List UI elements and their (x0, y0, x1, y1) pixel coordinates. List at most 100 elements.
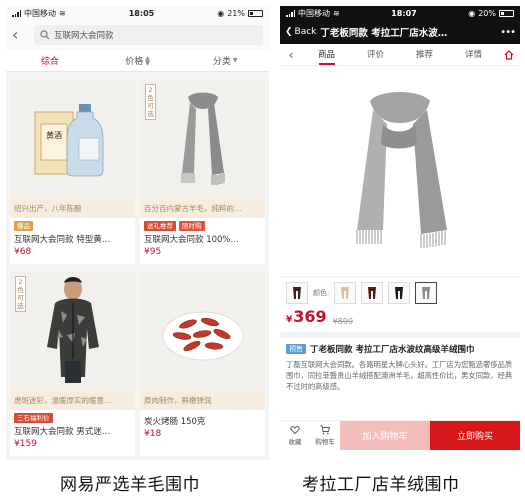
product-image: 黄酒 (10, 80, 135, 198)
product-title: 互联网大会同款 特型黄… (14, 235, 111, 245)
sort-tabs: 综合 价格 ▲ ▼ 分类 ▼ (6, 50, 269, 72)
promo-badge: 送礼推荐 (144, 221, 176, 231)
tab-category[interactable]: 分类 ▼ (181, 50, 269, 71)
original-price: ¥899 (332, 317, 354, 326)
promo-badge: 爆品 (14, 221, 33, 231)
swatch-beige[interactable] (334, 281, 357, 304)
swatch-grey[interactable] (415, 281, 438, 304)
battery-icon (499, 9, 514, 17)
back-button[interactable]: ❮ Back (285, 27, 316, 37)
product-price: ¥159 (14, 439, 37, 449)
swatch-burgundy[interactable] (361, 281, 384, 304)
buy-now-button[interactable]: 立即购买 (430, 421, 520, 450)
badge-row: 三石福利价 (10, 410, 135, 423)
product-card[interactable]: 2色可选 虎斑迷彩，温暖厚实的暖意… 三石福利价 互联网大会同款 男式迷… ¥1… (10, 272, 135, 456)
product-title: 互联网大会同款 男式迷… (14, 427, 111, 437)
product-description: 预售 丁老板同款 考拉工厂店水波纹高级羊绒围巾 丁磊互联网大会同款。各路明星大牌… (280, 338, 520, 392)
cart-icon (320, 425, 330, 435)
status-bar: 中国移动 ≋ 18:07 ◉ 20% (280, 6, 520, 20)
product-image: 2色可选 (140, 80, 265, 198)
product-tagline: 虎斑迷彩，温暖厚实的暖意… (10, 390, 135, 410)
signal-icon (12, 9, 21, 17)
battery-icon (248, 9, 263, 17)
product-tabs: ‹ 商品 评价 推荐 详情 (280, 44, 520, 66)
product-card[interactable]: 原肉制作，鲜嫩弹润 炭火烤肠 150克 ¥18 (140, 272, 265, 456)
status-bar: 中国移动 ≋ 18:05 ◉ 21% (6, 6, 269, 20)
product-tagline: 百分百内蒙古羊毛，纯粹的… (140, 198, 265, 218)
product-image (140, 272, 265, 390)
left-caption: 网易严选羊毛围巾 (60, 475, 200, 495)
product-price: ¥95 (144, 247, 162, 257)
page-title: 丁老板同款 考拉工厂店水波… (320, 28, 448, 39)
description-body: 丁磊互联网大会同款。各路明星大牌心头好。工厂店为您甄选奢侈品质围巾，同拉菲暨贵山… (286, 360, 513, 391)
product-card[interactable]: 黄酒 绍兴出产，八年陈酿 爆品 互联网大会同款 特型黄… ¥68 (10, 80, 135, 264)
sausage-image (162, 311, 243, 361)
search-header: ‹ 互联网大会同款 (6, 20, 269, 50)
bottle-label: 黄酒 (46, 130, 62, 140)
presale-badge: 预售 (286, 344, 306, 354)
back-label: Back (294, 27, 317, 37)
tab-details[interactable]: 详情 (449, 44, 498, 66)
battery-percent: 20% (478, 8, 496, 18)
chevron-down-icon: ▼ (232, 57, 238, 64)
search-icon (40, 30, 50, 40)
back-icon[interactable]: ‹ (280, 48, 302, 62)
kaola-product-screen: 中国移动 ≋ 18:07 ◉ 20% ❮ Back 丁老板同款 考拉工厂店水波… … (280, 6, 520, 450)
search-query: 互联网大会同款 (54, 31, 114, 41)
description-title-row: 预售 丁老板同款 考拉工厂店水波纹高级羊绒围巾 (286, 343, 514, 355)
variant-tag: 2色可选 (145, 84, 156, 120)
product-image: 2色可选 (10, 272, 135, 390)
tab-label: 综合 (40, 57, 59, 67)
product-title: 互联网大会同款 100%… (144, 235, 240, 245)
price-bar: ¥369 ¥899 (280, 307, 520, 338)
heart-icon (290, 426, 300, 435)
promo-badge: 三石福利价 (14, 413, 53, 423)
product-title: 炭火烤肠 150克 (144, 417, 206, 427)
signal-icon (286, 9, 295, 17)
clock: 18:05 (128, 8, 155, 18)
jacket-model-image (46, 277, 99, 383)
tab-comprehensive[interactable]: 综合 (6, 50, 94, 71)
currency-symbol: ¥ (286, 315, 293, 325)
add-to-cart-button[interactable]: 加入购物车 (340, 421, 430, 450)
flash-sale-badge: 限时购 (179, 221, 205, 231)
rice-wine-image: 黄酒 (34, 104, 103, 177)
scarf-image (181, 92, 224, 185)
yanxuan-search-screen: 中国移动 ≋ 18:05 ◉ 21% ‹ 互联网大会同款 综合 价格 ▲ ▼ 分类 ▼ (6, 6, 269, 460)
chevron-left-icon: ❮ (285, 27, 293, 37)
cashmere-scarf-image (356, 92, 447, 248)
product-tagline: 绍兴出产，八年陈酿 (10, 198, 135, 218)
color-swatches: 颜色: (280, 276, 520, 308)
wifi-icon: ≋ (59, 8, 66, 18)
carrier-label: 中国移动 (24, 8, 56, 18)
product-title: 丁老板同款 考拉工厂店水波纹高级羊绒围巾 (310, 345, 475, 355)
tab-label: 分类 (212, 57, 231, 67)
more-icon[interactable]: ••• (500, 27, 516, 38)
home-icon[interactable] (498, 49, 520, 60)
cart-label: 购物车 (315, 438, 335, 446)
sort-arrows-icon: ▲ ▼ (145, 54, 150, 67)
search-input[interactable]: 互联网大会同款 (34, 25, 263, 45)
back-icon[interactable]: ‹ (12, 27, 26, 43)
lock-icon: ◉ (468, 8, 476, 18)
action-bar: 收藏 购物车 加入购物车 立即购买 (280, 420, 520, 450)
tab-recommend[interactable]: 推荐 (400, 44, 449, 66)
clock: 18:07 (391, 8, 417, 18)
carrier-label: 中国移动 (298, 8, 330, 18)
swatch-thumbnail[interactable] (286, 281, 308, 304)
tab-reviews[interactable]: 评价 (351, 44, 400, 66)
tab-price[interactable]: 价格 ▲ ▼ (94, 50, 182, 71)
swatch-black[interactable] (388, 281, 411, 304)
price-value: 369 (293, 307, 327, 326)
product-hero-image[interactable] (280, 66, 520, 276)
tab-label: 价格 (125, 57, 144, 67)
current-price: ¥369 (286, 307, 327, 326)
product-card[interactable]: 2色可选 百分百内蒙古羊毛，纯粹的… 送礼推荐 限时购 互联网大会同款 100%… (140, 80, 265, 264)
variant-tag: 2色可选 (15, 276, 26, 312)
favorite-button[interactable]: 收藏 (280, 421, 310, 450)
badge-row: 送礼推荐 限时购 (140, 218, 265, 231)
tab-product[interactable]: 商品 (302, 44, 351, 66)
cart-button[interactable]: 购物车 (310, 421, 340, 450)
color-label: 颜色: (313, 288, 330, 297)
battery-percent: 21% (227, 8, 245, 18)
